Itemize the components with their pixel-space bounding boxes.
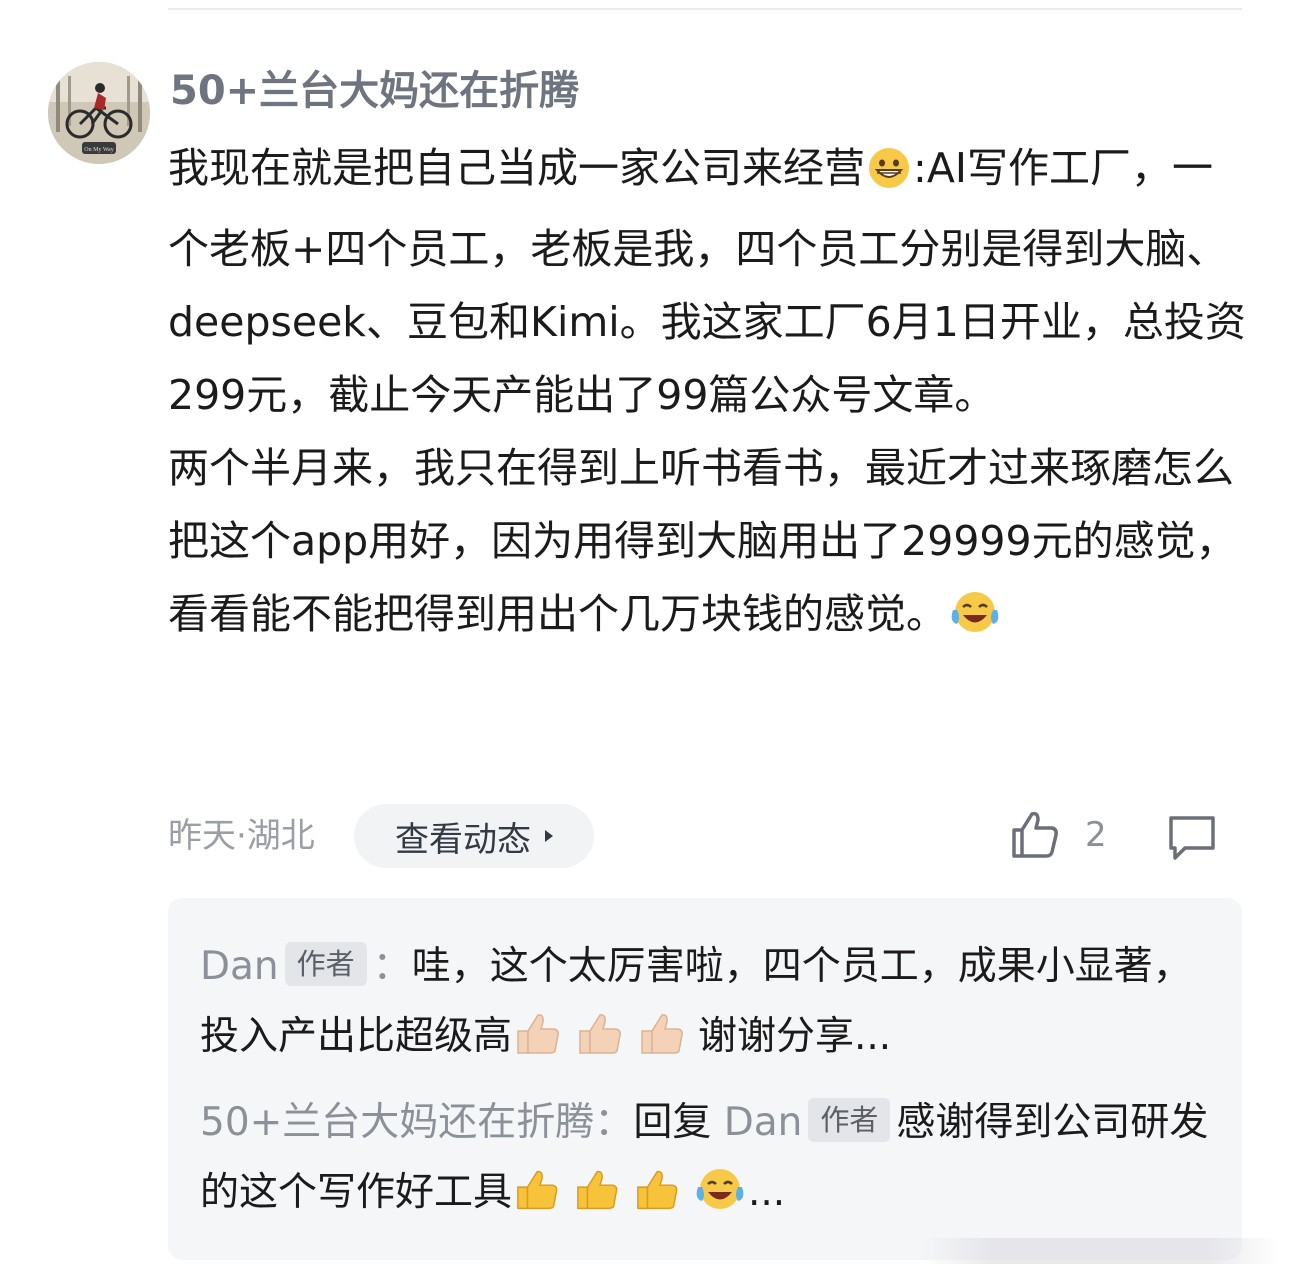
comment-username[interactable]: 50+兰台大妈还在折腾 <box>170 66 579 116</box>
watermark <box>920 1238 1280 1264</box>
view-dynamic-label: 查看动态 <box>395 819 531 860</box>
cyclist-avatar-image: On My Way <box>48 62 150 164</box>
reply-separator: ： <box>372 944 412 989</box>
reply-separator: ： <box>594 1100 634 1145</box>
caret-right-icon <box>545 830 553 842</box>
tears-of-joy-emoji-icon <box>694 1166 746 1236</box>
comment-text-1: 我现在就是把自己当成一家公司来经营 <box>168 144 865 192</box>
reply-word: 回复 <box>633 1100 712 1145</box>
avatar[interactable]: On My Way <box>48 62 150 164</box>
svg-text:On My Way: On My Way <box>84 147 113 153</box>
thumbs-up-emoji-icon <box>638 1010 696 1080</box>
thumbs-up-emoji-icon <box>574 1166 630 1236</box>
comment-paragraph-2: 两个半月来，我只在得到上听书看书，最近才过来琢磨怎么把这个app用好，因为用得到… <box>168 432 1248 659</box>
author-tag: 作者 <box>808 1098 891 1142</box>
top-divider <box>168 8 1242 10</box>
reply-target[interactable]: Dan <box>724 1100 803 1145</box>
grinning-face-emoji-icon <box>867 140 911 213</box>
reply-suffix: 谢谢分享... <box>698 1014 892 1059</box>
tears-of-joy-emoji-icon <box>949 586 1001 659</box>
like-count: 2 <box>1085 815 1107 855</box>
view-dynamic-button[interactable]: 查看动态 <box>354 804 594 868</box>
comment-page: On My Way 50+兰台大妈还在折腾 我现在就是把自己当成一家公司来经营:… <box>0 0 1290 1278</box>
reply-suffix: ... <box>748 1170 786 1215</box>
comment-bubble-icon <box>1169 816 1215 860</box>
reply-item-1[interactable]: Dan 作者 ：哇，这个太厉害啦，四个员工，成果小显著，投入产出比超级高 谢谢分享..… <box>200 932 1210 1080</box>
like-button[interactable] <box>1008 808 1062 862</box>
reply-author[interactable]: 50+兰台大妈还在折腾 <box>200 1100 594 1145</box>
thumbs-up-emoji-icon <box>576 1010 634 1080</box>
author-tag: 作者 <box>284 942 367 986</box>
comment-text-3: 两个半月来，我只在得到上听书看书，最近才过来琢磨怎么把这个app用好，因为用得到… <box>168 444 1237 638</box>
thumbs-up-outline-icon <box>1012 811 1058 858</box>
reply-button[interactable] <box>1165 810 1219 864</box>
reply-author[interactable]: Dan <box>200 944 279 989</box>
thumbs-up-emoji-icon <box>514 1166 570 1236</box>
comment-content: 我现在就是把自己当成一家公司来经营:AI写作工厂，一个老板+四个员工，老板是我，… <box>168 132 1248 659</box>
reply-item-2[interactable]: 50+兰台大妈还在折腾：回复 Dan 作者 感谢得到公司研发的这个写作好工具... <box>200 1088 1210 1236</box>
thumbs-up-emoji-icon <box>514 1010 572 1080</box>
thumbs-up-emoji-icon <box>634 1166 690 1236</box>
comment-paragraph-1: 我现在就是把自己当成一家公司来经营:AI写作工厂，一个老板+四个员工，老板是我，… <box>168 132 1248 432</box>
comment-meta: 昨天·湖北 <box>168 816 315 856</box>
